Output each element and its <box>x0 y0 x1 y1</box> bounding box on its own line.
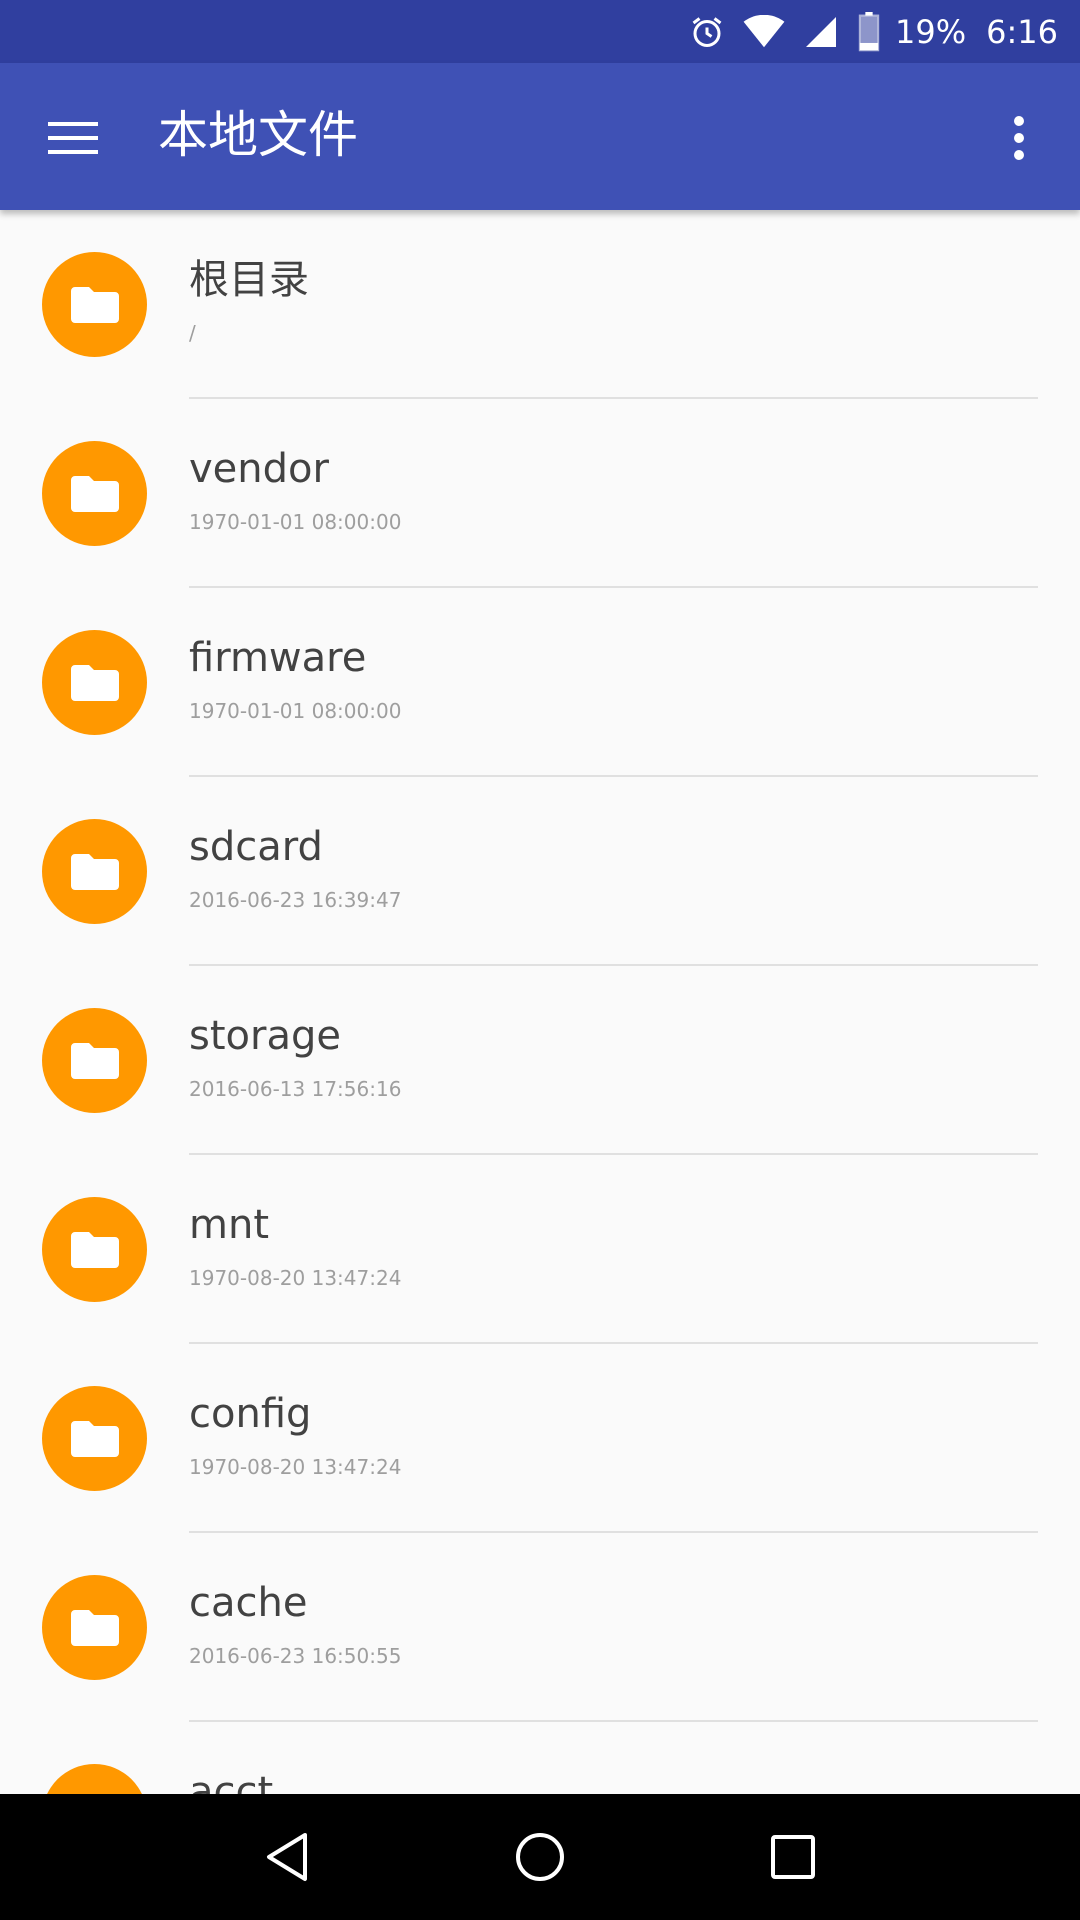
alarm-icon <box>689 14 725 50</box>
folder-icon <box>42 1386 147 1491</box>
file-name: storage <box>189 1013 341 1059</box>
back-icon[interactable] <box>237 1807 337 1907</box>
file-meta: 1970-08-20 13:47:24 <box>189 1455 402 1479</box>
folder-icon <box>42 630 147 735</box>
file-name: 根目录 <box>189 257 309 303</box>
folder-icon <box>42 819 147 924</box>
more-vert-icon[interactable] <box>984 103 1054 173</box>
navigation-bar <box>0 1794 1080 1920</box>
file-list-item[interactable]: mnt 1970-08-20 13:47:24 <box>0 1155 1080 1344</box>
page-title: 本地文件 <box>158 106 358 164</box>
file-name: config <box>189 1391 312 1437</box>
folder-icon <box>42 1764 147 1794</box>
signal-icon <box>803 14 839 50</box>
file-list-item[interactable]: vendor 1970-01-01 08:00:00 <box>0 399 1080 588</box>
folder-icon <box>42 1008 147 1113</box>
file-name: sdcard <box>189 824 323 870</box>
battery-icon <box>857 11 881 52</box>
file-list-item[interactable]: acct <box>0 1722 1080 1794</box>
file-meta: 2016-06-13 17:56:16 <box>189 1077 402 1101</box>
folder-icon <box>42 252 147 357</box>
battery-percent: 19% <box>895 12 967 51</box>
file-meta: 1970-08-20 13:47:24 <box>189 1266 402 1290</box>
file-list-item[interactable]: cache 2016-06-23 16:50:55 <box>0 1533 1080 1722</box>
file-name: vendor <box>189 446 329 492</box>
file-list-item[interactable]: firmware 1970-01-01 08:00:00 <box>0 588 1080 777</box>
clock: 6:16 <box>986 12 1058 51</box>
file-meta: / <box>189 321 196 345</box>
hamburger-menu-icon[interactable] <box>38 103 108 173</box>
folder-icon <box>42 1575 147 1680</box>
file-list-item[interactable]: storage 2016-06-13 17:56:16 <box>0 966 1080 1155</box>
file-list-item[interactable]: config 1970-08-20 13:47:24 <box>0 1344 1080 1533</box>
file-name: mnt <box>189 1202 269 1248</box>
recents-icon[interactable] <box>743 1807 843 1907</box>
file-name: firmware <box>189 635 367 681</box>
file-name: cache <box>189 1580 308 1626</box>
status-bar: 19% 6:16 <box>0 0 1080 63</box>
file-list-item[interactable]: sdcard 2016-06-23 16:39:47 <box>0 777 1080 966</box>
file-meta: 1970-01-01 08:00:00 <box>189 699 402 723</box>
file-list-item[interactable]: 根目录 / <box>0 210 1080 399</box>
folder-icon <box>42 441 147 546</box>
app-bar: 本地文件 <box>0 63 1080 210</box>
folder-icon <box>42 1197 147 1302</box>
file-meta: 1970-01-01 08:00:00 <box>189 510 402 534</box>
file-meta: 2016-06-23 16:39:47 <box>189 888 402 912</box>
file-name: acct <box>189 1769 274 1794</box>
wifi-icon <box>743 14 785 49</box>
file-list[interactable]: 根目录 / vendor 1970-01-01 08:00:00 firmware 197… <box>0 210 1080 1794</box>
file-meta: 2016-06-23 16:50:55 <box>189 1644 402 1668</box>
home-icon[interactable] <box>490 1807 590 1907</box>
